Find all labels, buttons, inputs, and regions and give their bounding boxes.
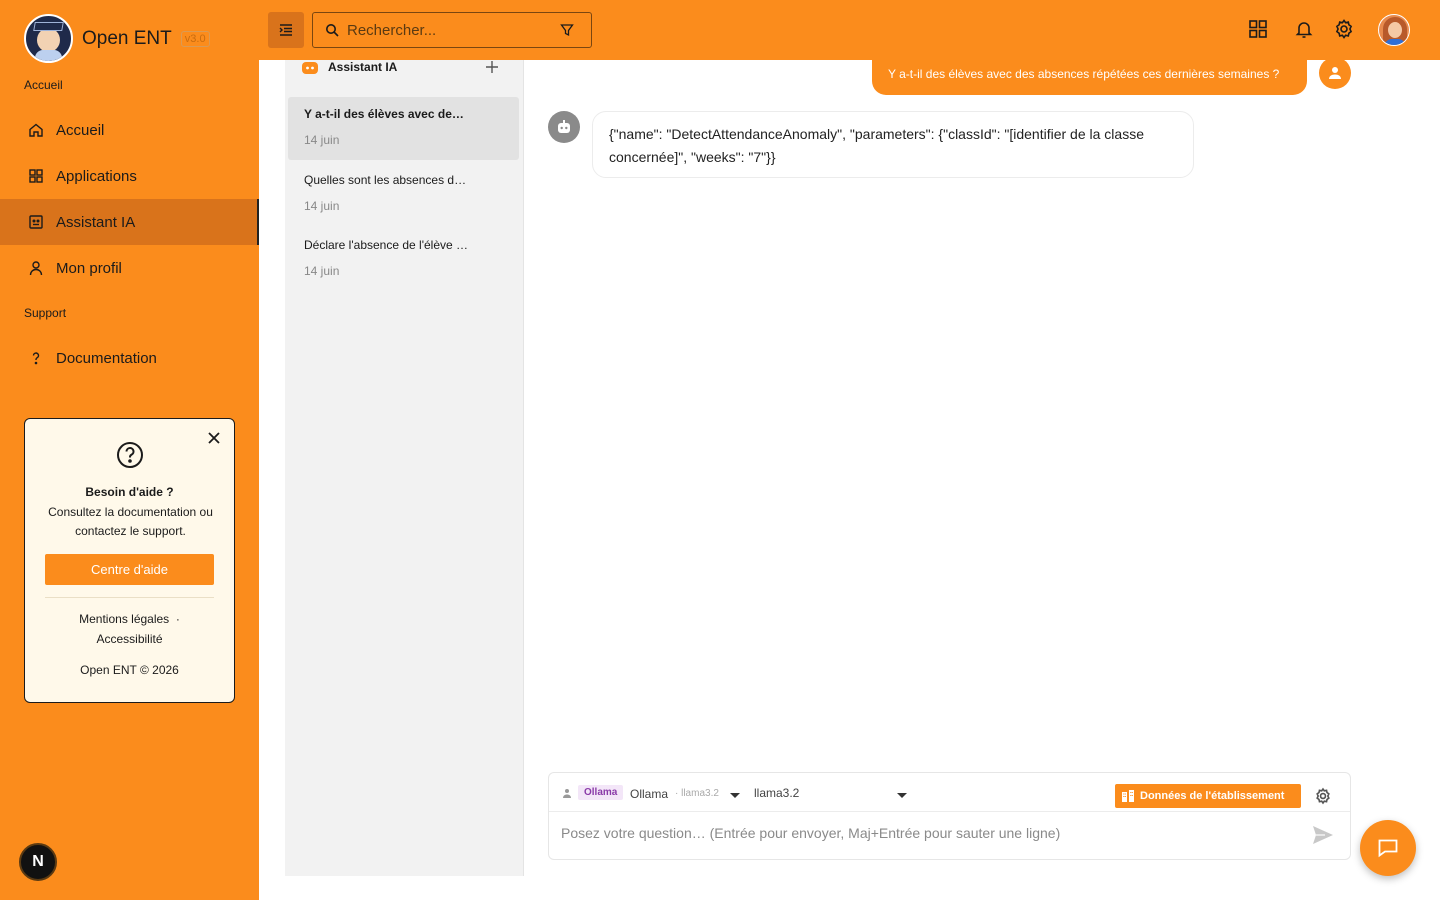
grid-icon bbox=[29, 169, 43, 183]
conversation-date: 14 juin bbox=[304, 199, 340, 213]
assistant-icon bbox=[29, 215, 43, 229]
legal-link[interactable]: Mentions légales bbox=[79, 612, 169, 626]
search-bar[interactable] bbox=[312, 12, 592, 48]
conversation-title: Y a-t-il des élèves avec des absences ré… bbox=[304, 107, 470, 121]
sidebar: Open ENT v3.0 Accueil Accueil Applicatio… bbox=[0, 0, 259, 900]
provider-model: · llama3.2 bbox=[675, 788, 719, 799]
chevron-down-icon[interactable] bbox=[897, 793, 907, 798]
app-logo bbox=[24, 14, 73, 63]
add-conversation-icon[interactable] bbox=[484, 59, 500, 75]
help-center-button[interactable]: Centre d'aide bbox=[45, 554, 214, 585]
conversations-header: Assistant IA bbox=[285, 60, 524, 90]
filter-icon[interactable] bbox=[560, 23, 574, 37]
chat-composer: Ollama Ollama · llama3.2 llama3.2 Donnée… bbox=[548, 772, 1351, 860]
search-input[interactable] bbox=[347, 21, 547, 39]
provider-tag: Ollama bbox=[578, 785, 624, 800]
question-icon bbox=[32, 352, 40, 365]
send-icon[interactable] bbox=[1312, 825, 1334, 845]
gear-icon[interactable] bbox=[1314, 787, 1332, 805]
chat-bubble-icon bbox=[1378, 839, 1398, 858]
sidebar-item-documentation[interactable]: Documentation bbox=[0, 335, 259, 381]
conversation-date: 14 juin bbox=[304, 133, 340, 147]
sidebar-item-label: Applications bbox=[56, 167, 137, 185]
accessibility-link[interactable]: Accessibilité bbox=[96, 632, 162, 646]
help-text: Consultez la documentation ou contactez … bbox=[48, 505, 213, 538]
user-avatar bbox=[1319, 57, 1351, 89]
bot-avatar bbox=[548, 111, 580, 143]
composer-toolbar: Ollama Ollama · llama3.2 llama3.2 Donnée… bbox=[549, 773, 1350, 812]
person-icon bbox=[1329, 67, 1341, 79]
avatar[interactable] bbox=[1378, 14, 1410, 46]
copyright: Open ENT © 2026 bbox=[80, 663, 179, 677]
gear-icon[interactable] bbox=[1333, 18, 1355, 40]
dev-badge[interactable]: N bbox=[19, 843, 57, 881]
chevron-down-icon[interactable] bbox=[730, 793, 740, 798]
chat-fab-button[interactable] bbox=[1360, 820, 1416, 876]
search-icon bbox=[326, 24, 339, 37]
sidebar-item-accueil[interactable]: Accueil bbox=[0, 107, 259, 153]
bell-icon[interactable] bbox=[1293, 18, 1315, 40]
help-circle-icon bbox=[117, 442, 143, 468]
menu-toggle-button[interactable] bbox=[268, 12, 304, 48]
app-name: Open ENT bbox=[82, 27, 172, 49]
help-title: Besoin d'aide ? bbox=[85, 485, 174, 499]
conversations-panel: Assistant IA Y a-t-il des élèves avec de… bbox=[285, 60, 524, 876]
conversation-date: 14 juin bbox=[304, 264, 340, 278]
building-icon bbox=[1122, 790, 1134, 802]
model-select[interactable]: llama3.2 bbox=[754, 786, 799, 800]
conversation-item[interactable]: Y a-t-il des élèves avec des absences ré… bbox=[288, 97, 519, 160]
robot-icon bbox=[302, 62, 318, 74]
sidebar-item-label: Mon profil bbox=[56, 259, 122, 277]
sidebar-item-label: Documentation bbox=[56, 349, 157, 367]
sidebar-item-assistant-ia[interactable]: Assistant IA bbox=[0, 199, 259, 245]
establishment-data-label: Données de l'établissement bbox=[1140, 790, 1285, 802]
provider-name[interactable]: Ollama bbox=[630, 787, 668, 801]
user-message: Y a-t-il des élèves avec des absences ré… bbox=[872, 59, 1307, 95]
sidebar-item-label: Accueil bbox=[56, 121, 105, 139]
conversation-title: Déclare l'absence de l'élève demain bbox=[304, 238, 470, 252]
message-input[interactable] bbox=[561, 825, 1301, 841]
version-badge: v3.0 bbox=[180, 30, 210, 47]
user-icon bbox=[29, 261, 43, 276]
sidebar-item-applications[interactable]: Applications bbox=[0, 153, 259, 199]
help-links: Mentions légales · Accessibilité bbox=[25, 609, 234, 649]
conversation-item[interactable]: Déclare l'absence de l'élève demain 14 j… bbox=[288, 228, 519, 291]
menu-icon bbox=[279, 24, 292, 36]
bot-message: {"name": "DetectAttendanceAnomaly", "par… bbox=[592, 111, 1194, 178]
link-separator: · bbox=[175, 612, 180, 626]
conversation-item[interactable]: Quelles sont les absences de la semaine … bbox=[288, 163, 519, 226]
robot-icon bbox=[558, 120, 570, 133]
sidebar-item-label: Assistant IA bbox=[56, 213, 136, 231]
conversation-title: Quelles sont les absences de la semaine … bbox=[304, 173, 470, 187]
sidebar-item-mon-profil[interactable]: Mon profil bbox=[0, 245, 259, 291]
section-label-main: Accueil bbox=[24, 78, 63, 92]
home-icon bbox=[29, 123, 43, 137]
brand[interactable]: Open ENT v3.0 bbox=[24, 14, 210, 63]
apps-grid-icon[interactable] bbox=[1247, 18, 1269, 40]
close-icon[interactable] bbox=[207, 431, 221, 445]
conversations-title: Assistant IA bbox=[328, 60, 398, 74]
divider bbox=[45, 597, 214, 598]
person-icon bbox=[563, 789, 571, 798]
help-card: Besoin d'aide ? Consultez la documentati… bbox=[24, 418, 235, 703]
establishment-data-button[interactable]: Données de l'établissement bbox=[1115, 784, 1301, 808]
section-label-support: Support bbox=[24, 306, 67, 320]
topbar bbox=[259, 0, 1440, 60]
